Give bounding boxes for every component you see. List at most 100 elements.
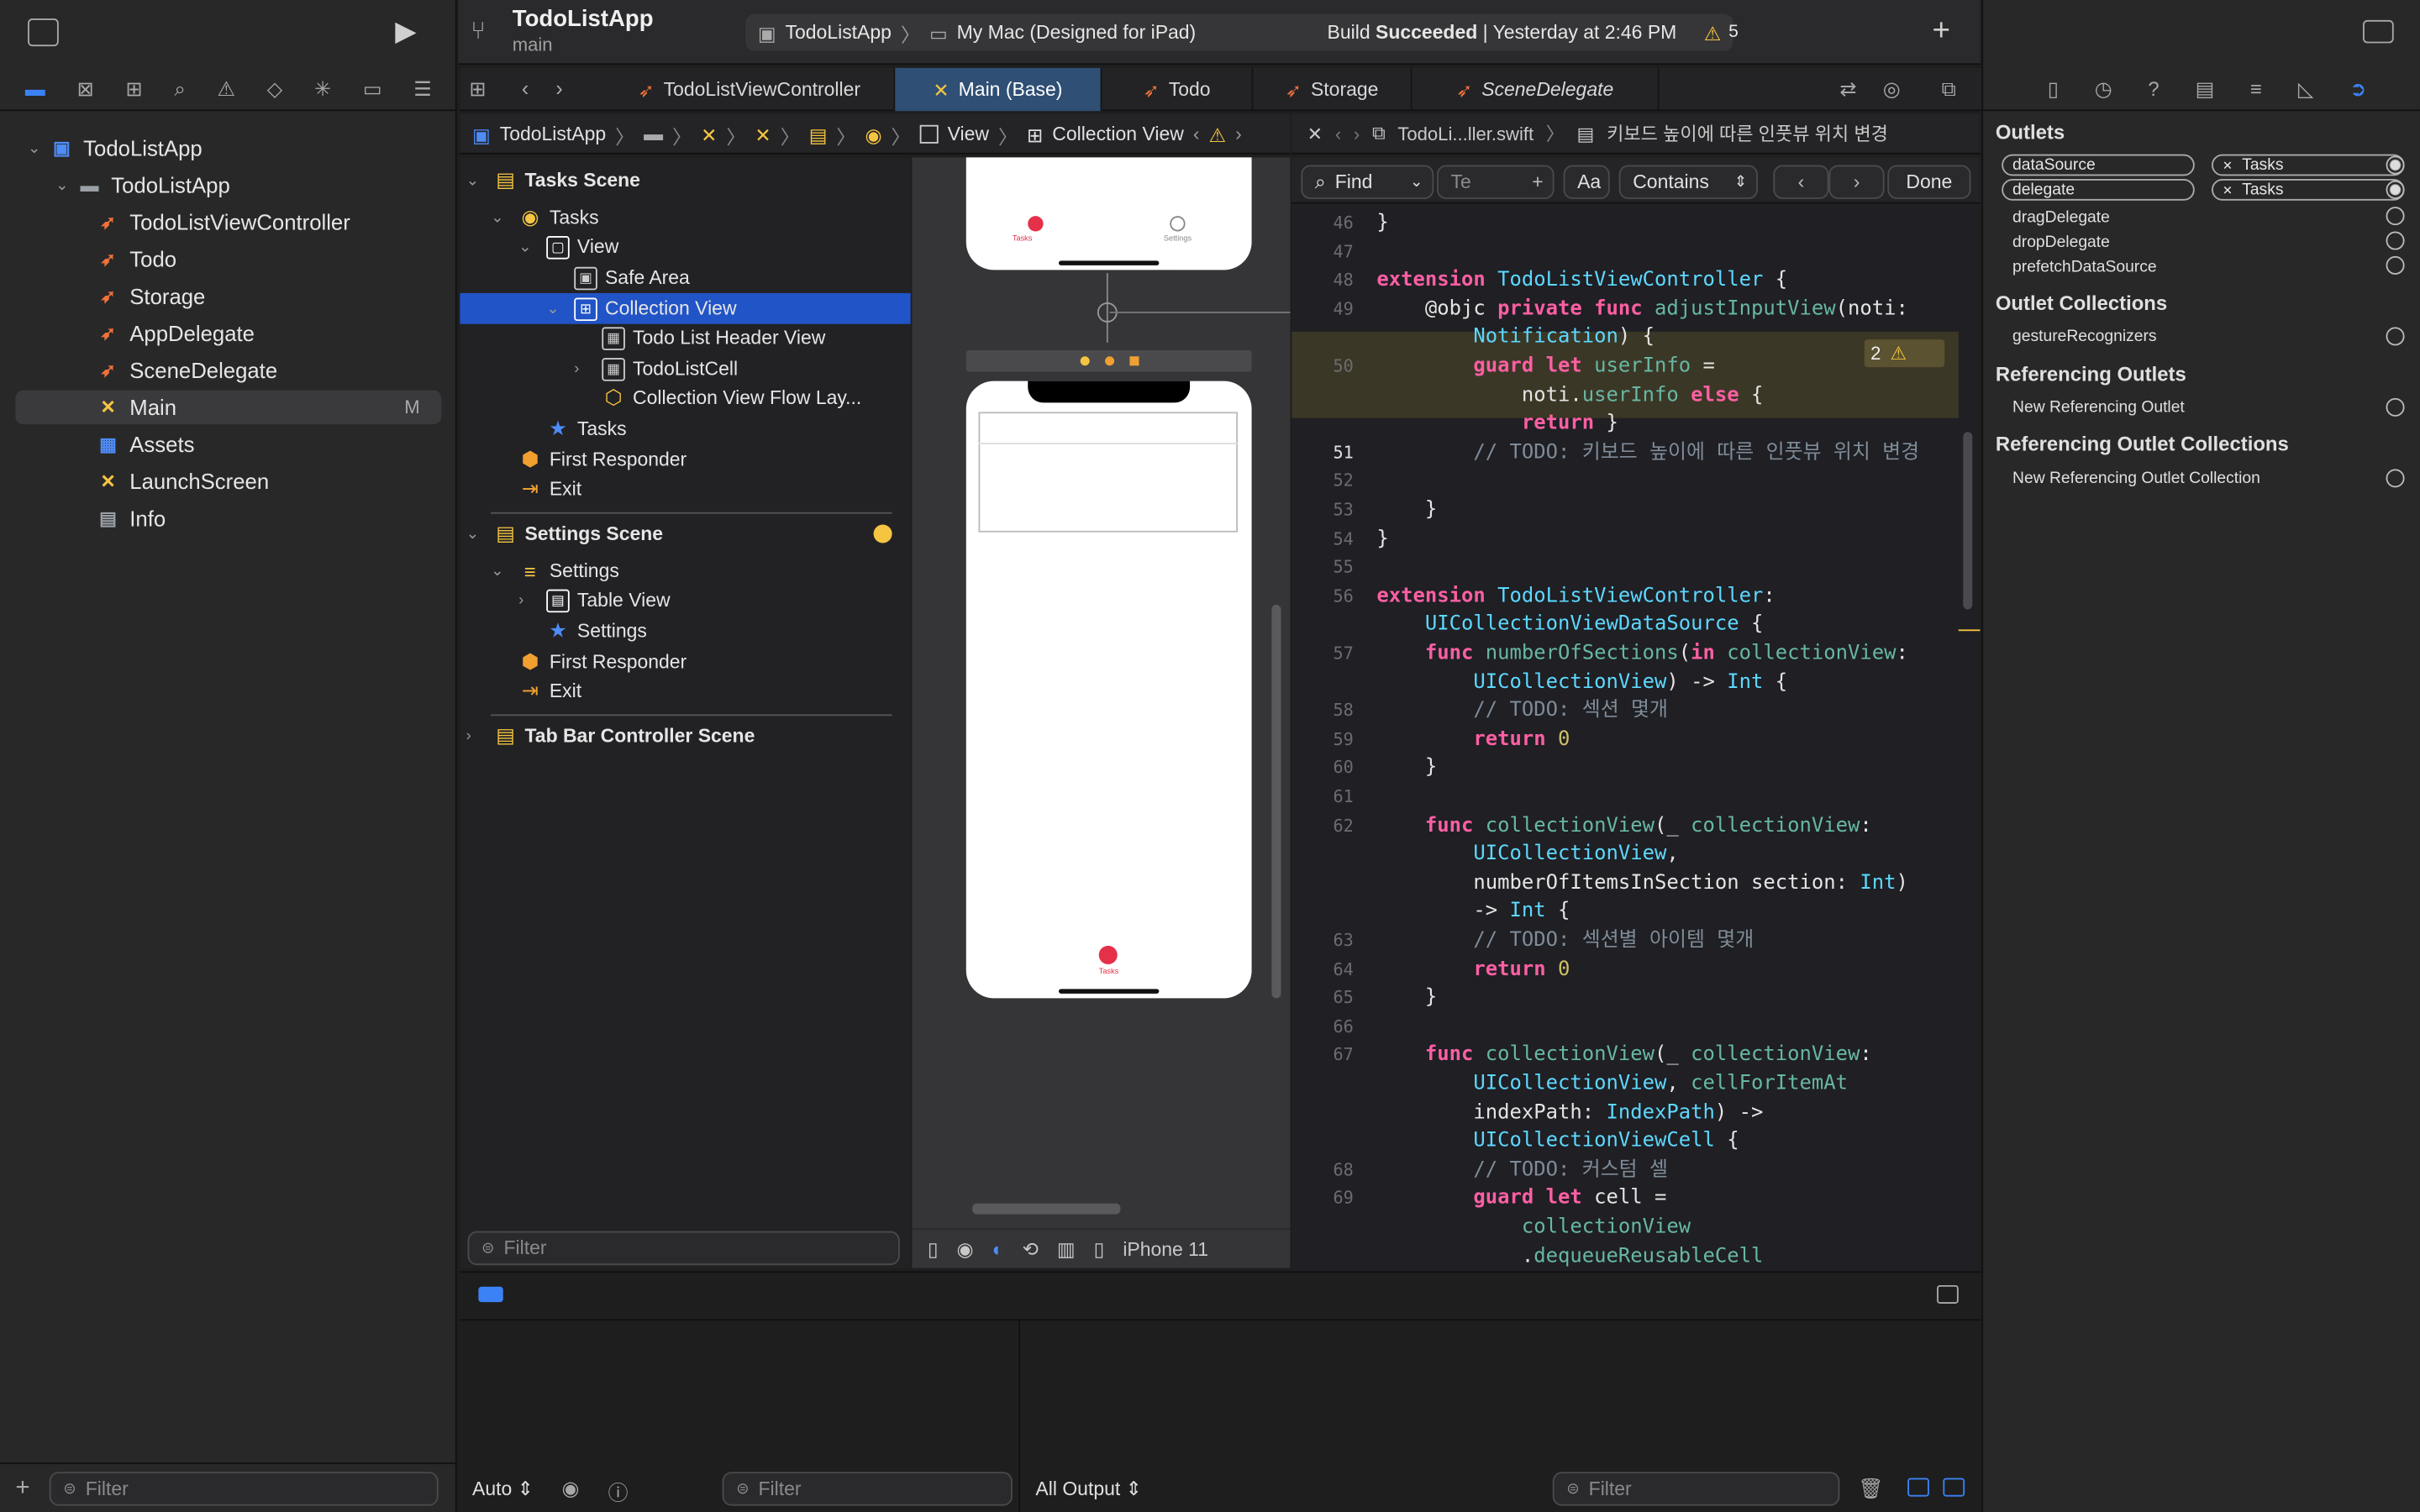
jumpbar-collection-view[interactable]: Collection View <box>1052 123 1184 145</box>
identity-icon[interactable]: ▤ <box>2196 76 2215 101</box>
navigator-item[interactable]: ✕ LaunchScreen <box>96 465 269 498</box>
close-icon[interactable]: ✕ <box>1307 123 1323 144</box>
navigator-filter[interactable]: ⊜ Filter <box>49 1472 439 1506</box>
navigator-item[interactable]: ➶ AppDelegate <box>96 317 255 350</box>
breakpoint-toggle-icon[interactable] <box>478 1286 503 1303</box>
outline-row[interactable]: ★ Tasks <box>460 413 910 444</box>
forward-icon[interactable]: › <box>555 76 563 100</box>
connection-circle[interactable] <box>2386 327 2405 346</box>
navigator-item[interactable]: ⌄ ▬ TodoListApp <box>55 168 230 202</box>
outline-row[interactable]: › ▤ Tab Bar Controller Scene <box>460 721 910 752</box>
connection-circle-filled[interactable] <box>2386 155 2405 175</box>
code-jumpbar-mark[interactable]: 키보드 높이에 따른 인풋뷰 위치 변경 <box>1607 120 1888 146</box>
source-control-icon[interactable]: ⊠ <box>77 76 94 101</box>
navigator-item[interactable]: ⌄ ▣ TodoListApp <box>28 131 203 165</box>
canvas-vertical-scrollbar[interactable] <box>1271 604 1281 999</box>
info-icon[interactable]: ⓘ <box>608 1477 629 1506</box>
debug-icon[interactable]: ✳ <box>314 76 331 101</box>
outline-row[interactable]: ⌄ ⊞ Collection View <box>460 292 911 324</box>
outline-row[interactable]: › ▤ Table View <box>460 585 910 616</box>
outline-row[interactable]: ▦ Todo List Header View <box>460 323 910 354</box>
appearance-icon[interactable]: ◐ <box>992 1238 1004 1260</box>
storyboard-canvas[interactable]: Tasks Settings Tasks ▯ ◉ ◐ ⟲ ▥ ▯ iPhone … <box>912 157 1291 1268</box>
source-editor[interactable]: 2 ⚠ 46} 47 48 extension TodoListViewControll… <box>1292 203 1981 1272</box>
disclosure-icon[interactable]: › <box>518 591 540 608</box>
help-icon[interactable]: ? <box>2148 77 2159 101</box>
size-icon[interactable]: ◺ <box>2298 76 2313 101</box>
connection-circle[interactable] <box>2386 469 2405 488</box>
add-icon[interactable]: + <box>15 1475 29 1503</box>
outline-row[interactable]: ⬢ First Responder <box>460 647 910 678</box>
outline-row[interactable]: ⌄ ▤ Settings Scene <box>460 518 910 549</box>
disclosure-icon[interactable]: › <box>466 727 488 744</box>
outline-row[interactable]: ⌄ ▢ View <box>460 232 910 263</box>
inspector-toggle-icon[interactable] <box>2362 19 2394 44</box>
navigator-item[interactable]: ➶ TodoListViewController <box>96 205 350 239</box>
assistant-icon[interactable]: ◎ <box>1883 77 1901 102</box>
accessibility-icon[interactable]: ◉ <box>957 1237 974 1261</box>
orientation-icon[interactable]: ⟲ <box>1023 1237 1039 1261</box>
forward-icon[interactable]: › <box>1354 123 1360 144</box>
device-label[interactable]: iPhone 11 <box>1123 1238 1208 1260</box>
sidebar-toggle-icon[interactable] <box>28 18 59 47</box>
outline-toggle-icon[interactable]: ▯ <box>928 1237 939 1261</box>
destination-label[interactable]: My Mac (Designed for iPad) <box>957 22 1197 44</box>
layout-icon[interactable]: ▥ <box>1057 1237 1076 1261</box>
find-previous-button[interactable]: ‹ <box>1773 165 1829 199</box>
outlet-target-pill[interactable]: ✕ Tasks <box>2211 154 2405 176</box>
disclosure-icon[interactable]: ⌄ <box>518 239 540 255</box>
connection-circle[interactable] <box>2386 397 2405 417</box>
right-pane-icon[interactable] <box>1943 1478 1965 1497</box>
outline-row[interactable]: ⌄ ≡ Settings <box>460 555 910 586</box>
warning-icon[interactable]: ⚠ <box>1704 21 1722 45</box>
issue-icon[interactable]: ⚠ <box>218 76 235 101</box>
back-icon[interactable]: ‹ <box>1335 123 1341 144</box>
scheme-label[interactable]: TodoListApp <box>786 22 892 44</box>
navigator-item[interactable]: ➶ SceneDelegate <box>96 354 277 387</box>
add-icon[interactable]: + <box>1532 171 1543 193</box>
hide-debug-icon[interactable] <box>1937 1284 1959 1305</box>
disclosure-icon[interactable]: › <box>574 360 596 377</box>
scene-warning-icon[interactable] <box>873 524 892 543</box>
navigator-item[interactable]: ➶ Todo <box>96 242 176 276</box>
output-select[interactable]: All Output ⇕ <box>1035 1477 1141 1500</box>
outline-row[interactable]: ⬡ Collection View Flow Lay... <box>460 383 910 414</box>
find-input[interactable]: Te + <box>1436 165 1555 199</box>
outline-row[interactable]: ★ Settings <box>460 616 910 647</box>
outline-filter[interactable]: ⊜ Filter <box>467 1231 900 1266</box>
outline-row[interactable]: ⇥ Exit <box>460 675 910 706</box>
editor-tab[interactable]: ✕ Main (Base) <box>895 67 1102 112</box>
connection-circle[interactable] <box>2386 207 2405 226</box>
left-pane-icon[interactable] <box>1907 1478 1929 1497</box>
find-done-button[interactable]: Done <box>1887 165 1971 199</box>
related-items-icon[interactable]: ⧉ <box>1372 122 1386 145</box>
outline-row[interactable]: ⬢ First Responder <box>460 444 910 475</box>
jumpbar-project[interactable]: TodoListApp <box>500 123 606 145</box>
warning-badge[interactable]: 2 ⚠ <box>1864 339 1945 368</box>
navigator-item[interactable]: ➶ Storage <box>96 279 205 312</box>
code-jumpbar-file[interactable]: TodoLi...ller.swift <box>1397 123 1534 144</box>
device-icon[interactable]: ▯ <box>1094 1237 1105 1261</box>
disclosure-icon[interactable]: ⌄ <box>466 172 488 189</box>
collection-view-selection[interactable] <box>978 412 1239 533</box>
outline-row[interactable]: ⇥ Exit <box>460 474 910 505</box>
outline-row[interactable]: ⌄ ◉ Tasks <box>460 202 910 234</box>
variables-filter[interactable]: ⊜ Filter <box>722 1472 1013 1506</box>
file-icon[interactable]: ▯ <box>2048 76 2059 101</box>
editor-tab[interactable]: ➶ Storage <box>1253 67 1413 112</box>
symbol-icon[interactable]: ⊞ <box>125 76 142 101</box>
case-toggle[interactable]: Aa <box>1563 165 1610 199</box>
trash-icon[interactable]: 🗑 <box>1858 1477 1883 1501</box>
disclosure-icon[interactable]: ⌄ <box>466 525 488 542</box>
auto-select[interactable]: Auto ⇕ <box>472 1477 534 1500</box>
outline-row[interactable]: ⌄ ▤ Tasks Scene <box>460 165 910 197</box>
search-icon[interactable]: ⌕ <box>174 76 185 101</box>
editor-tab[interactable]: ➶ Todo <box>1102 67 1254 112</box>
refresh-icon[interactable]: ⇄ <box>1839 77 1856 102</box>
editor-scrollbar[interactable] <box>1963 432 1973 610</box>
jumpbar-view[interactable]: View <box>948 123 989 145</box>
grid-icon[interactable]: ⊞ <box>469 77 486 102</box>
navigator-item[interactable]: ▦ Assets <box>96 428 194 461</box>
match-select[interactable]: Contains ⇕ <box>1618 165 1759 199</box>
breakpoint-icon[interactable]: ▭ <box>363 76 382 101</box>
